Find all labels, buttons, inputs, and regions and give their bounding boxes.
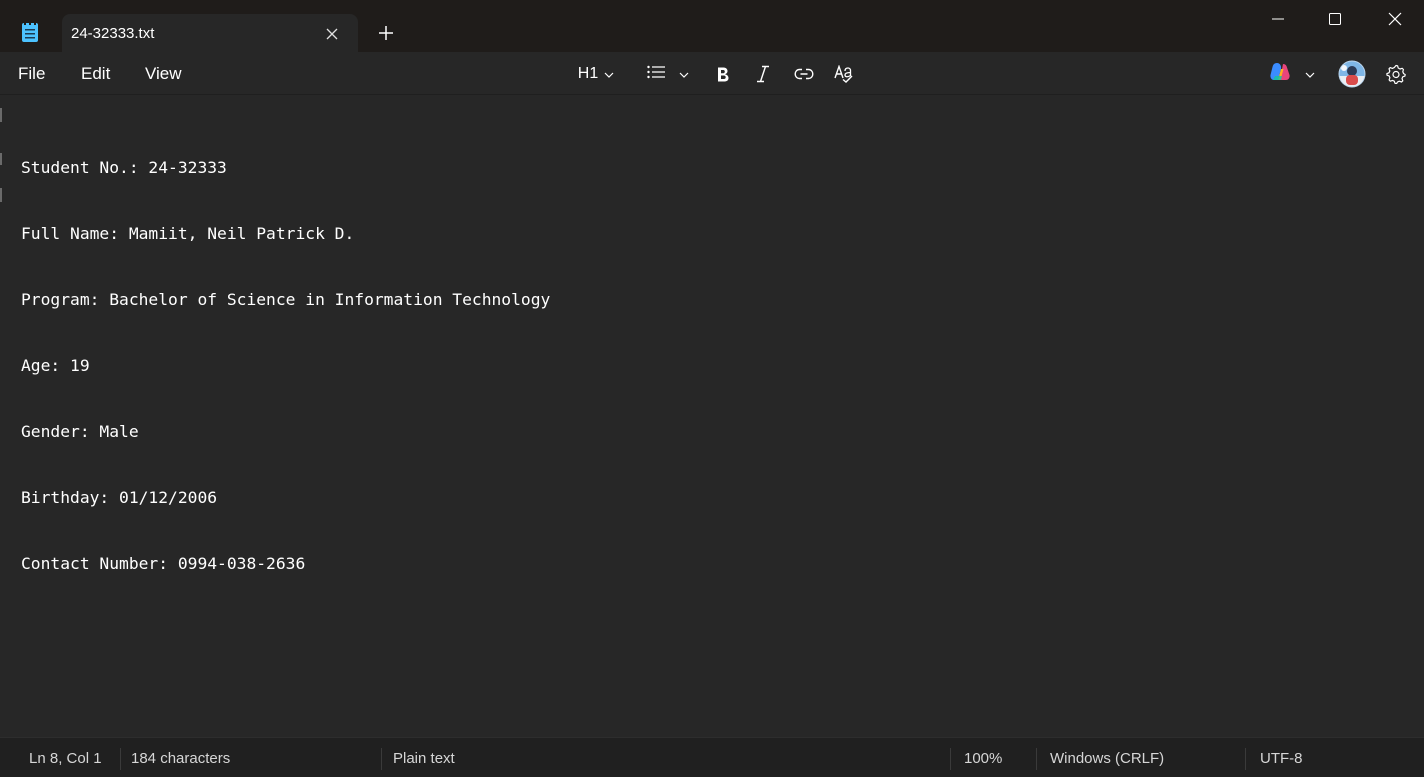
encoding[interactable]: UTF-8 (1260, 750, 1303, 767)
gear-icon[interactable] (1382, 60, 1410, 88)
title-bar[interactable]: 24-32333.txt (0, 0, 1424, 52)
menu-bar: File Edit View H1 (0, 52, 1424, 95)
text-editor[interactable]: Student No.: 24-32333 Full Name: Mamiit,… (0, 96, 1424, 737)
divider (1036, 748, 1037, 770)
chevron-down-icon (604, 65, 614, 83)
document-line: Gender: Male (21, 422, 139, 441)
spellcheck-icon[interactable] (830, 60, 858, 88)
bold-icon[interactable] (710, 60, 736, 88)
document-line: Full Name: Mamiit, Neil Patrick D. (21, 224, 355, 243)
copilot-dropdown[interactable] (1266, 60, 1318, 88)
minimize-icon[interactable] (1249, 0, 1307, 38)
editor-left-edge (0, 96, 3, 737)
document-line: Program: Bachelor of Science in Informat… (21, 290, 551, 309)
divider (1245, 748, 1246, 770)
document-line: Birthday: 01/12/2006 (21, 488, 218, 507)
maximize-icon[interactable] (1306, 0, 1364, 38)
heading-label: H1 (577, 65, 599, 82)
avatar[interactable] (1336, 60, 1368, 88)
chevron-down-icon (1305, 65, 1315, 83)
notepad-icon (20, 20, 40, 44)
divider (381, 748, 382, 770)
list-dropdown[interactable] (644, 60, 692, 88)
document-line: Student No.: 24-32333 (21, 158, 227, 177)
divider (120, 748, 121, 770)
close-icon[interactable] (322, 24, 342, 44)
character-count: 184 characters (131, 750, 231, 767)
list-icon (647, 65, 665, 84)
divider (950, 748, 951, 770)
close-window-icon[interactable] (1366, 0, 1424, 38)
chevron-down-icon (679, 65, 689, 83)
menu-file[interactable]: File (18, 64, 45, 84)
heading-dropdown[interactable]: H1 (570, 60, 622, 88)
zoom-level[interactable]: 100% (964, 750, 1002, 767)
italic-icon[interactable] (750, 60, 776, 88)
status-bar: Ln 8, Col 1 184 characters Plain text 10… (0, 737, 1424, 777)
document-line: Age: 19 (21, 356, 90, 375)
menu-view[interactable]: View (145, 64, 182, 84)
text-format[interactable]: Plain text (393, 750, 455, 767)
tab-title: 24-32333.txt (71, 25, 155, 42)
document-line: Contact Number: 0994-038-2636 (21, 554, 306, 573)
copilot-icon (1269, 62, 1291, 87)
tab-document[interactable]: 24-32333.txt (62, 14, 358, 52)
plus-icon[interactable] (374, 21, 398, 45)
line-ending[interactable]: Windows (CRLF) (1050, 750, 1164, 767)
menu-edit[interactable]: Edit (81, 64, 110, 84)
document-text[interactable]: Student No.: 24-32333 Full Name: Mamiit,… (21, 113, 550, 619)
cursor-position[interactable]: Ln 8, Col 1 (29, 750, 102, 767)
link-icon[interactable] (790, 60, 818, 88)
